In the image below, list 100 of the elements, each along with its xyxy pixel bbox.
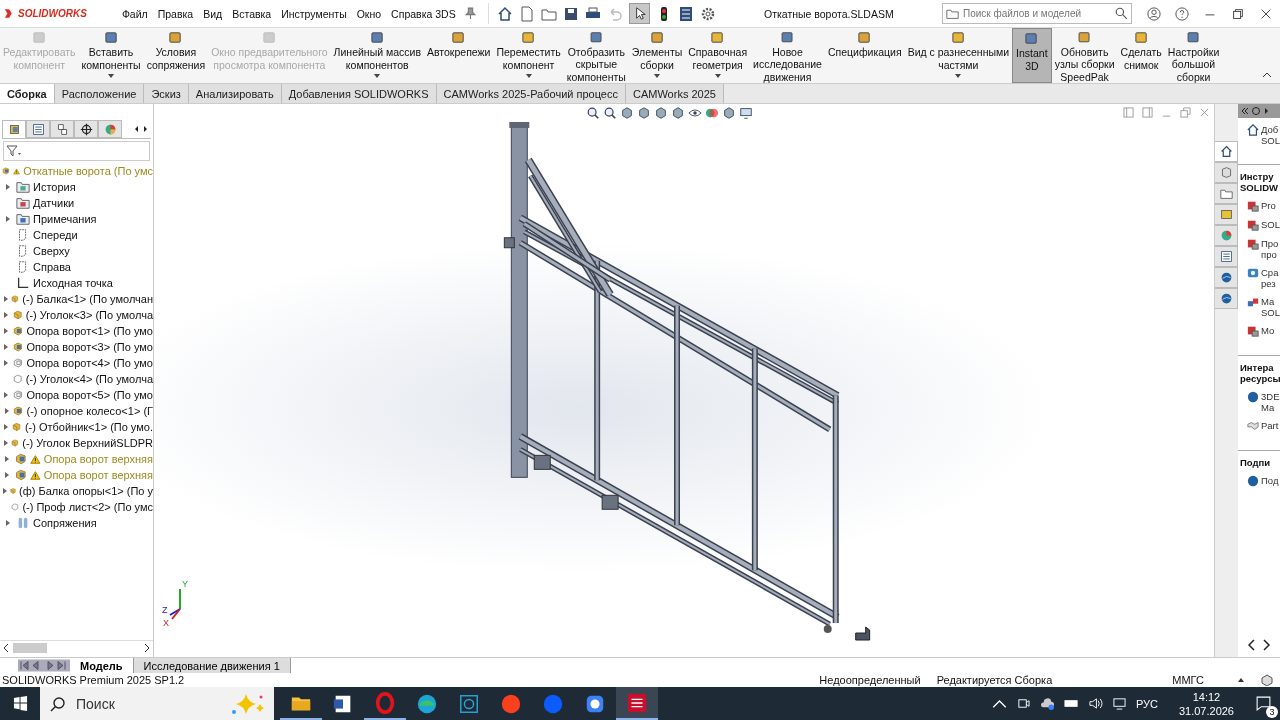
zoom-icon[interactable] [586, 106, 600, 120]
search-icon[interactable] [1115, 7, 1128, 20]
tree-item[interactable]: Опора ворот верхняя [43, 453, 153, 465]
units-button[interactable]: ММГС [1172, 674, 1204, 686]
task-pane-link[interactable]: Про про [1261, 238, 1279, 260]
tree-item[interactable]: Исходная точка [33, 277, 113, 289]
expand-arrow-icon[interactable] [2, 488, 7, 494]
ribbon-button[interactable]: Справочная геометрия [685, 28, 751, 83]
command-tab[interactable]: CAMWorks 2025-Рабочий процесс [436, 84, 626, 103]
tree-item[interactable]: Датчики [33, 197, 75, 209]
list-icon[interactable] [677, 5, 694, 22]
collapse-icon[interactable] [1262, 72, 1272, 78]
tree-item[interactable]: (-) Уголок<3> (По умолча [25, 309, 153, 321]
tree-item[interactable]: Сопряжения [33, 517, 97, 529]
command-tab[interactable]: Анализировать [188, 84, 282, 103]
search-input[interactable]: Поиск [74, 694, 220, 713]
app-logo[interactable]: SOLIDWORKS [4, 8, 87, 19]
task-pane-link[interactable]: 3DE Ma [1261, 391, 1280, 413]
tree-item[interactable]: (-) Проф лист<2> (По умс [22, 501, 153, 513]
task-pane-tab[interactable] [1215, 183, 1238, 204]
tree-item[interactable]: Справа [33, 261, 71, 273]
eye-icon[interactable] [688, 106, 702, 120]
ribbon-button[interactable]: Сделать снимок [1117, 28, 1165, 83]
language-indicator[interactable]: РУС [1135, 697, 1158, 710]
ribbon-button[interactable]: Линейный массив компонентов [330, 28, 424, 83]
floppy-icon[interactable] [562, 5, 579, 22]
command-tab[interactable]: Добавления SOLIDWORKS [281, 84, 437, 103]
task-pane-tab[interactable] [1215, 162, 1238, 183]
tree-item[interactable]: (-) Отбойник<1> (По умо. [24, 421, 153, 433]
tree-item[interactable]: Откатные ворота (По умс [23, 165, 153, 177]
task-pane-link[interactable]: Сра рез [1261, 267, 1279, 289]
cube-icon[interactable] [654, 106, 668, 120]
expand-arrow-icon[interactable] [5, 456, 10, 462]
task-pane-tab[interactable] [1215, 204, 1238, 225]
help-icon[interactable] [1175, 6, 1189, 21]
task-pane-link[interactable]: SOL [1261, 219, 1280, 230]
taskbar-swirl-icon[interactable] [416, 692, 438, 715]
expand-arrow-icon[interactable] [4, 312, 9, 318]
forward-icon[interactable] [1262, 639, 1270, 651]
clock-date[interactable]: 31.07.2026 [1178, 703, 1234, 718]
ribbon-button[interactable]: Переместить компонент [493, 28, 564, 83]
expand-arrow-icon[interactable] [6, 520, 10, 526]
taskbar-disc-icon[interactable] [542, 692, 564, 715]
tree-item[interactable]: (-) опорное колесо<1> (Г [26, 405, 153, 417]
ribbon-button[interactable]: Элементы сборки [628, 28, 686, 83]
expand-arrow-icon[interactable] [4, 328, 9, 334]
command-tab[interactable]: Сборка [0, 84, 55, 103]
cloud-icon[interactable] [1039, 697, 1055, 710]
tree-item[interactable]: Спереди [33, 229, 78, 241]
ribbon-button[interactable]: Instant 3D [1012, 28, 1052, 83]
ribbon-button[interactable]: Автокрепежи [424, 28, 494, 83]
task-pane-link[interactable]: Доб SOL [1261, 124, 1280, 146]
monitor-icon[interactable] [739, 106, 753, 120]
tree-item[interactable]: Опора ворот<5> (По умо [26, 389, 153, 401]
home-icon[interactable] [496, 5, 513, 22]
scroll-right-icon[interactable] [144, 644, 150, 652]
cube-icon[interactable] [671, 106, 685, 120]
task-pane-tab[interactable] [1215, 246, 1238, 267]
document-icon[interactable] [518, 5, 535, 22]
gear-icon[interactable] [699, 5, 716, 22]
ribbon-button[interactable]: Условия сопряжения [143, 28, 209, 83]
menu-item[interactable]: Правка [152, 7, 199, 20]
caret-icon[interactable] [1238, 678, 1244, 682]
menu-item[interactable]: Справка 3DS [386, 7, 461, 20]
tree-item[interactable]: Опора ворот<3> (По умо [26, 341, 153, 353]
search-field[interactable]: Поиск файлов и моделей [942, 3, 1132, 24]
camera-icon[interactable] [1015, 697, 1031, 710]
task-pane-tab[interactable] [1215, 141, 1238, 162]
caret-icon[interactable] [374, 74, 381, 78]
taskbar-ring-icon[interactable] [374, 691, 396, 714]
caret-icon[interactable] [654, 74, 661, 78]
taskbar-search-field[interactable]: Поиск [40, 687, 274, 720]
filter-field[interactable] [3, 141, 150, 161]
tree-item[interactable]: Опора ворот<4> (По умо [26, 357, 153, 369]
expand-arrow-icon[interactable] [3, 440, 8, 446]
taskbar-circle-icon[interactable] [500, 692, 522, 715]
expand-arrow-icon[interactable] [4, 408, 9, 414]
menu-item[interactable]: Инструменты [276, 7, 352, 20]
ribbon-button[interactable]: Обновить узлы сборки SpeedPak [1051, 28, 1118, 83]
ribbon-button[interactable]: Спецификация [824, 28, 905, 83]
tree-item[interactable]: Сверху [33, 245, 70, 257]
expand-arrow-icon[interactable] [4, 360, 9, 366]
taskbar-square-icon[interactable] [458, 692, 480, 715]
tree-item[interactable]: (-) Балка<1> (По умолчан [22, 293, 153, 305]
model-tab[interactable]: Исследование движения 1 [133, 658, 291, 673]
task-pane-link[interactable]: Ма SOL [1261, 296, 1280, 318]
tree-item[interactable]: Опора ворот<1> (По умо [26, 325, 153, 337]
clock-time[interactable]: 14:12 [1192, 689, 1221, 704]
caret-icon[interactable] [525, 74, 532, 78]
task-pane-link[interactable]: Под [1261, 475, 1279, 486]
pane-controls-icon[interactable] [1241, 106, 1271, 116]
command-tab[interactable]: CAMWorks 2025 [626, 84, 724, 103]
task-pane-link[interactable]: Part [1261, 420, 1279, 431]
speaker-icon[interactable] [1087, 697, 1103, 710]
cube-icon[interactable] [620, 106, 634, 120]
task-pane-link[interactable]: Мо [1261, 325, 1275, 336]
caret-icon[interactable] [108, 74, 115, 78]
back-icon[interactable] [1248, 639, 1256, 651]
tree-item[interactable]: (ф) Балка опоры<1> (По у [19, 485, 153, 497]
scrollbar-thumb[interactable] [13, 643, 47, 653]
